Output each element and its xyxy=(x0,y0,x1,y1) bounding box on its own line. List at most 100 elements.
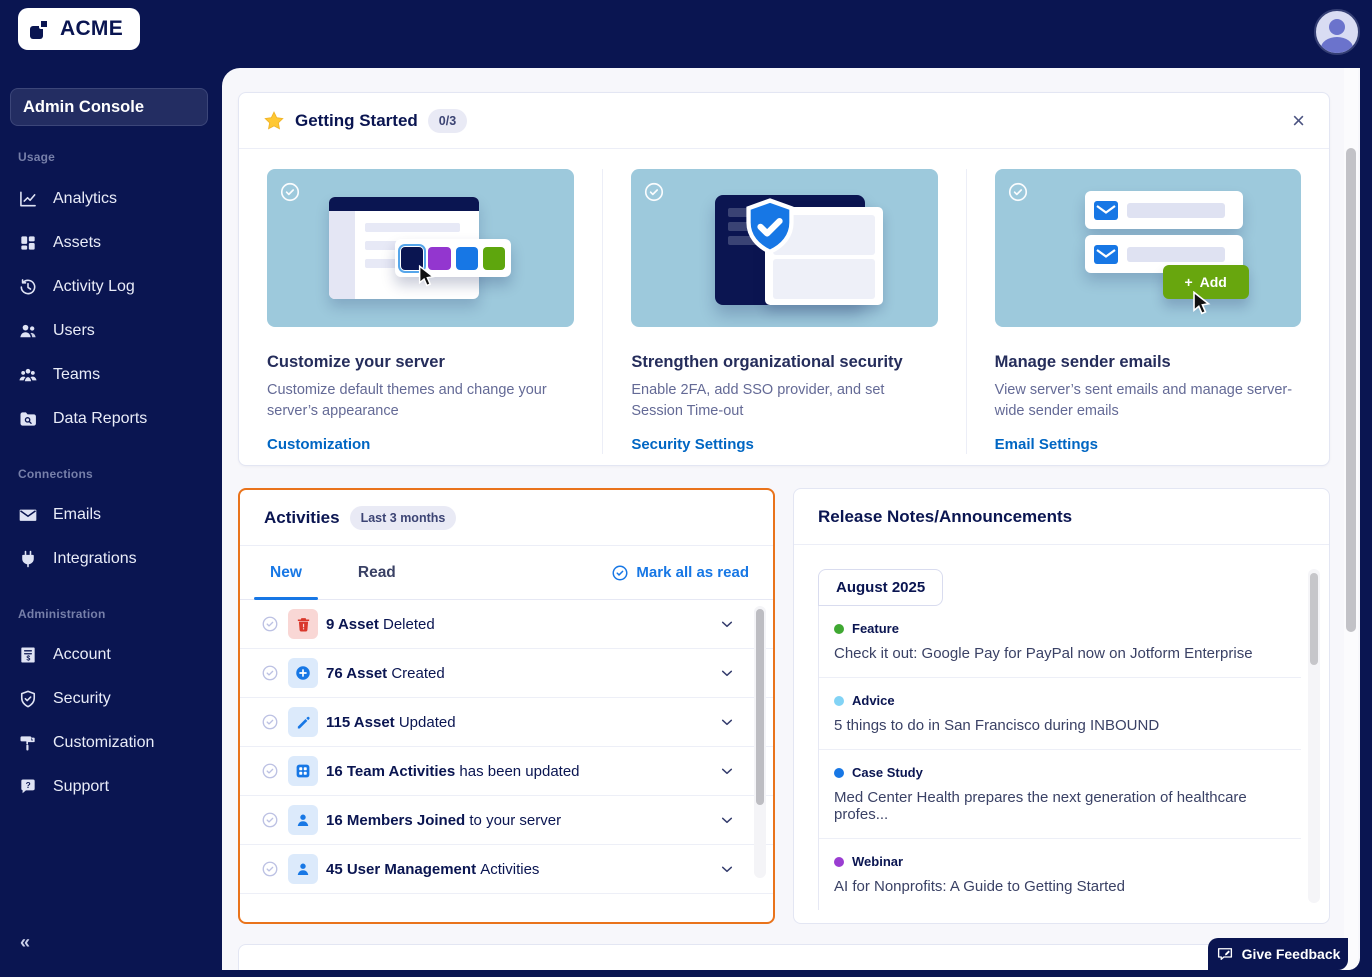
release-note-entry[interactable]: Feature Check it out: Google Pay for Pay… xyxy=(819,606,1301,678)
gs-card-description: Enable 2FA, add SSO provider, and set Se… xyxy=(631,380,937,422)
sidebar-item-label: Account xyxy=(53,646,111,664)
person-icon xyxy=(288,854,318,884)
sidebar-item-assets[interactable]: Assets xyxy=(18,221,101,265)
customization-link[interactable]: Customization xyxy=(267,436,370,453)
release-note-entry[interactable]: Webinar AI for Nonprofits: A Guide to Ge… xyxy=(819,839,1301,910)
sidebar-item-customization[interactable]: Customization xyxy=(18,721,154,765)
mark-read-checkbox[interactable] xyxy=(261,664,279,682)
chevron-down-icon[interactable] xyxy=(719,714,735,730)
sidebar-item-account[interactable]: $ Account xyxy=(18,633,111,677)
category-dot xyxy=(834,768,844,778)
cursor-icon xyxy=(417,265,437,292)
sidebar-collapse-button[interactable]: « xyxy=(20,932,30,953)
activity-count: 45 User Management xyxy=(326,861,476,878)
close-icon[interactable]: × xyxy=(1292,110,1305,132)
sidebar-item-integrations[interactable]: Integrations xyxy=(18,537,137,581)
activity-row[interactable]: 115 Asset Updated xyxy=(240,698,773,747)
main-content: Getting Started 0/3 × xyxy=(222,68,1360,970)
activities-scrollbar[interactable] xyxy=(756,609,764,805)
tab-read[interactable]: Read xyxy=(352,564,402,582)
sidebar-item-label: Support xyxy=(53,778,109,796)
sidebar-item-label: Data Reports xyxy=(53,410,147,428)
brand-logo[interactable]: ACME xyxy=(18,8,140,50)
give-feedback-button[interactable]: Give Feedback xyxy=(1208,938,1348,970)
active-item-label: Admin Console xyxy=(23,98,144,117)
release-notes-scrollbar[interactable] xyxy=(1310,573,1318,665)
sidebar-section-administration: Administration xyxy=(18,607,105,621)
activity-row[interactable]: 16 Members Joined to your server xyxy=(240,796,773,845)
sidebar-item-emails[interactable]: Emails xyxy=(18,493,101,537)
mark-read-checkbox[interactable] xyxy=(261,615,279,633)
activity-row[interactable]: 16 Team Activities has been updated xyxy=(240,747,773,796)
progress-badge: 0/3 xyxy=(428,109,467,133)
gs-card-title: Manage sender emails xyxy=(995,353,1301,372)
chevron-down-icon[interactable] xyxy=(719,616,735,632)
analytics-icon xyxy=(18,189,38,209)
feedback-icon xyxy=(1216,945,1234,963)
chevron-down-icon[interactable] xyxy=(719,812,735,828)
mark-read-checkbox[interactable] xyxy=(261,811,279,829)
user-avatar[interactable] xyxy=(1314,9,1360,55)
sidebar-item-security[interactable]: Security xyxy=(18,677,111,721)
security-settings-link[interactable]: Security Settings xyxy=(631,436,754,453)
sidebar-item-admin-console[interactable]: Admin Console xyxy=(10,88,208,126)
mark-read-checkbox[interactable] xyxy=(261,713,279,731)
category-dot xyxy=(834,857,844,867)
data-reports-icon xyxy=(18,409,38,429)
sidebar-item-analytics[interactable]: Analytics xyxy=(18,177,117,221)
sidebar-section-usage: Usage xyxy=(18,150,55,164)
activity-label: has been updated xyxy=(459,763,579,780)
activities-scrollbar-track xyxy=(754,606,766,878)
release-notes-list: Feature Check it out: Google Pay for Pay… xyxy=(818,606,1301,910)
getting-started-body: Customize your server Customize default … xyxy=(239,149,1329,474)
page-scrollbar[interactable] xyxy=(1346,148,1356,632)
sidebar-item-data-reports[interactable]: Data Reports xyxy=(18,397,147,441)
sidebar-section-connections: Connections xyxy=(18,467,93,481)
mark-read-checkbox[interactable] xyxy=(261,762,279,780)
tab-new[interactable]: New xyxy=(264,564,308,582)
release-note-entry[interactable]: Advice 5 things to do in San Francisco d… xyxy=(819,678,1301,750)
mark-read-checkbox[interactable] xyxy=(261,860,279,878)
sidebar-item-teams[interactable]: Teams xyxy=(18,353,100,397)
release-notes-card: Release Notes/Announcements August 2025 … xyxy=(793,488,1330,924)
chevron-down-icon[interactable] xyxy=(719,665,735,681)
category-label: Case Study xyxy=(852,765,923,780)
release-note-entry[interactable]: Case Study Med Center Health prepares th… xyxy=(819,750,1301,839)
release-note-title: Check it out: Google Pay for PayPal now … xyxy=(834,645,1291,662)
activity-row[interactable]: 9 Asset Deleted xyxy=(240,600,773,649)
filter-badge: Last 3 months xyxy=(350,506,457,530)
sidebar-item-support[interactable]: ? Support xyxy=(18,765,109,809)
security-illustration xyxy=(631,169,937,327)
chevron-down-icon[interactable] xyxy=(719,763,735,779)
sidebar-item-activity-log[interactable]: Activity Log xyxy=(18,265,135,309)
bottom-partial-card xyxy=(238,944,1330,970)
activity-label: Activities xyxy=(480,861,539,878)
color-palette-graphic xyxy=(395,239,511,277)
activity-count: 9 Asset xyxy=(326,616,379,633)
plus-circle-icon xyxy=(288,658,318,688)
active-tab-indicator xyxy=(254,597,318,600)
activity-label: Updated xyxy=(399,714,456,731)
activity-row[interactable]: 45 User Management Activities xyxy=(240,845,773,894)
shield-icon xyxy=(18,689,38,709)
gs-card-emails: + Add Manage sender emails View server’s… xyxy=(966,169,1329,454)
gs-card-security: Strengthen organizational security Enabl… xyxy=(602,169,965,454)
paint-roller-icon xyxy=(18,733,38,753)
chevron-down-icon[interactable] xyxy=(719,861,735,877)
avatar-body xyxy=(1321,37,1353,55)
svg-text:?: ? xyxy=(26,780,31,790)
sidebar-item-label: Security xyxy=(53,690,111,708)
sidebar-item-label: Customization xyxy=(53,734,154,752)
getting-started-header: Getting Started 0/3 × xyxy=(239,93,1329,149)
month-tab[interactable]: August 2025 xyxy=(818,569,943,606)
sidebar-item-users[interactable]: Users xyxy=(18,309,95,353)
email-settings-link[interactable]: Email Settings xyxy=(995,436,1098,453)
sidebar-item-label: Activity Log xyxy=(53,278,135,296)
gs-card-customize: Customize your server Customize default … xyxy=(239,169,602,454)
emails-illustration: + Add xyxy=(995,169,1301,327)
check-circle-icon xyxy=(643,181,665,208)
mark-all-as-read-button[interactable]: Mark all as read xyxy=(611,564,749,582)
activity-log-icon xyxy=(18,277,38,297)
gs-card-title: Strengthen organizational security xyxy=(631,353,937,372)
activity-row[interactable]: 76 Asset Created xyxy=(240,649,773,698)
